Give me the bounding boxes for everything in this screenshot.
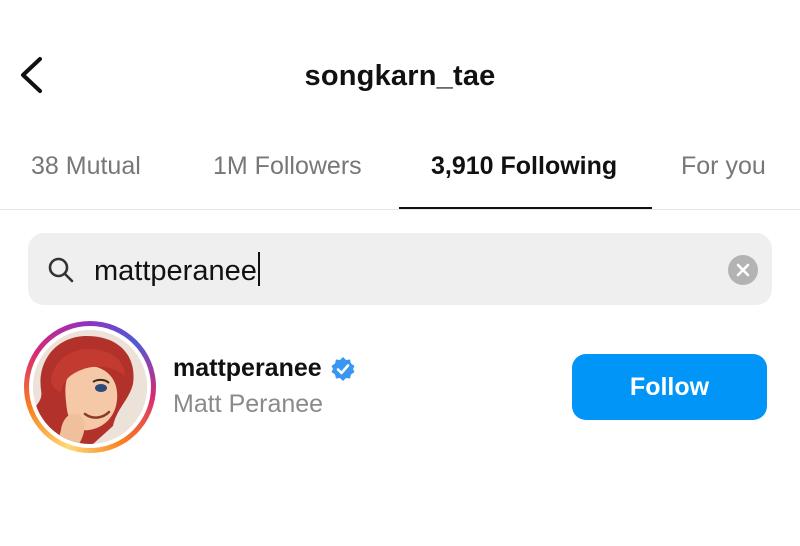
tab-followers[interactable]: 1M Followers (213, 152, 362, 181)
avatar (33, 330, 147, 444)
search-bar[interactable]: mattperanee (28, 233, 772, 305)
page-title: songkarn_tae (304, 60, 496, 92)
header-bar: songkarn_tae (0, 0, 800, 140)
search-icon (48, 257, 74, 283)
clear-search-button[interactable] (728, 255, 758, 285)
result-full-name: Matt Peranee (173, 390, 324, 418)
search-input-value: mattperanee (94, 255, 257, 287)
search-result-row[interactable]: mattperanee Matt Peranee Follow (0, 318, 800, 458)
tab-for-you[interactable]: For you (681, 152, 766, 181)
clear-icon (736, 263, 750, 277)
result-username[interactable]: mattperanee (173, 354, 322, 383)
active-tab-indicator (399, 207, 652, 209)
follow-button[interactable]: Follow (572, 354, 767, 420)
tab-bar: 38 Mutual 1M Followers 3,910 Following F… (0, 140, 800, 210)
search-input[interactable]: mattperanee (94, 252, 260, 288)
verified-badge-icon (331, 356, 355, 381)
text-caret (257, 252, 260, 286)
tab-mutual[interactable]: 38 Mutual (31, 152, 141, 181)
tab-following[interactable]: 3,910 Following (431, 152, 617, 181)
username-row: mattperanee (173, 354, 356, 383)
story-ring[interactable] (24, 321, 156, 453)
avatar-illustration (33, 330, 147, 444)
